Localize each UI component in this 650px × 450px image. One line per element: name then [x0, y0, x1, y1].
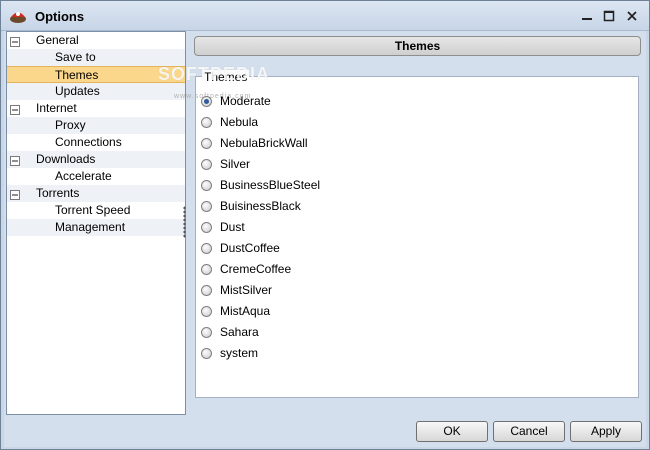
tree-item-label: Torrents [36, 186, 80, 200]
collapse-icon[interactable] [10, 154, 20, 166]
tree-item-label: General [36, 33, 79, 47]
radio-checked-icon[interactable] [201, 96, 212, 107]
close-icon[interactable] [623, 8, 641, 24]
tree-item-proxy[interactable]: Proxy [7, 117, 185, 134]
theme-option-label: BusinessBlueSteel [220, 178, 321, 192]
theme-option-label: MistSilver [220, 283, 273, 297]
tree-item-label: Management [55, 220, 126, 234]
splitter-handle[interactable] [183, 206, 186, 238]
options-window: Options General Save to Themes Updates Inter… [0, 0, 650, 450]
app-logo-icon [9, 8, 27, 24]
radio-unchecked-icon[interactable] [201, 285, 212, 296]
tree-item-label: Save to [55, 50, 96, 64]
watermark: SOFTPEDIA [158, 64, 271, 84]
themes-group [195, 76, 639, 398]
radio-unchecked-icon[interactable] [201, 180, 212, 191]
tree-item-label: Themes [55, 68, 99, 82]
options-tree[interactable]: General Save to Themes Updates Internet Proxy… [6, 31, 186, 415]
radio-unchecked-icon[interactable] [201, 117, 212, 128]
tree-node-torrents[interactable]: Torrents [7, 185, 185, 202]
tree-item-accelerate[interactable]: Accelerate [7, 168, 185, 185]
theme-option-label: BuisinessBlack [220, 199, 301, 213]
tree-item-label: Torrent Speed [55, 203, 131, 217]
tree-item-label: Connections [55, 135, 122, 149]
tree-node-general[interactable]: General [7, 32, 185, 49]
theme-option-label: Silver [220, 157, 251, 171]
tree-item-label: Internet [36, 101, 77, 115]
radio-unchecked-icon[interactable] [201, 138, 212, 149]
tree-item-management[interactable]: Management [7, 219, 185, 236]
radio-unchecked-icon[interactable] [201, 306, 212, 317]
theme-option-label: MistAqua [220, 304, 271, 318]
ok-button[interactable]: OK [416, 421, 488, 442]
cancel-button[interactable]: Cancel [493, 421, 565, 442]
apply-button[interactable]: Apply [570, 421, 642, 442]
title-bar[interactable]: Options [1, 1, 649, 31]
radio-unchecked-icon[interactable] [201, 348, 212, 359]
tree-item-label: Updates [55, 84, 100, 98]
radio-unchecked-icon[interactable] [201, 243, 212, 254]
theme-option-label: Moderate [220, 94, 271, 108]
maximize-icon[interactable] [600, 8, 618, 24]
section-header: Themes [194, 36, 641, 56]
theme-option-label: CremeCoffee [220, 262, 292, 276]
radio-unchecked-icon[interactable] [201, 327, 212, 338]
radio-unchecked-icon[interactable] [201, 222, 212, 233]
collapse-icon[interactable] [10, 188, 20, 200]
radio-unchecked-icon[interactable] [201, 264, 212, 275]
collapse-icon[interactable] [10, 103, 20, 115]
tree-item-connections[interactable]: Connections [7, 134, 185, 151]
collapse-icon[interactable] [10, 35, 20, 47]
theme-option-label: NebulaBrickWall [220, 136, 308, 150]
radio-unchecked-icon[interactable] [201, 159, 212, 170]
theme-option-label: Dust [220, 220, 245, 234]
radio-unchecked-icon[interactable] [201, 201, 212, 212]
tree-item-updates[interactable]: Updates [7, 83, 185, 100]
tree-item-label: Downloads [36, 152, 96, 166]
theme-option-label: DustCoffee [220, 241, 280, 255]
tree-node-downloads[interactable]: Downloads [7, 151, 185, 168]
minimize-icon[interactable] [578, 8, 596, 24]
tree-item-torrent-speed[interactable]: Torrent Speed [7, 202, 185, 219]
dialog-body: General Save to Themes Updates Internet Proxy… [4, 31, 646, 447]
theme-option-label: Nebula [220, 115, 259, 129]
tree-item-label: Proxy [55, 118, 86, 132]
theme-option-label: system [220, 346, 259, 360]
tree-item-label: Accelerate [55, 169, 112, 183]
tree-node-internet[interactable]: Internet [7, 100, 185, 117]
theme-option-label: Sahara [220, 325, 259, 339]
window-title: Options [35, 9, 85, 24]
